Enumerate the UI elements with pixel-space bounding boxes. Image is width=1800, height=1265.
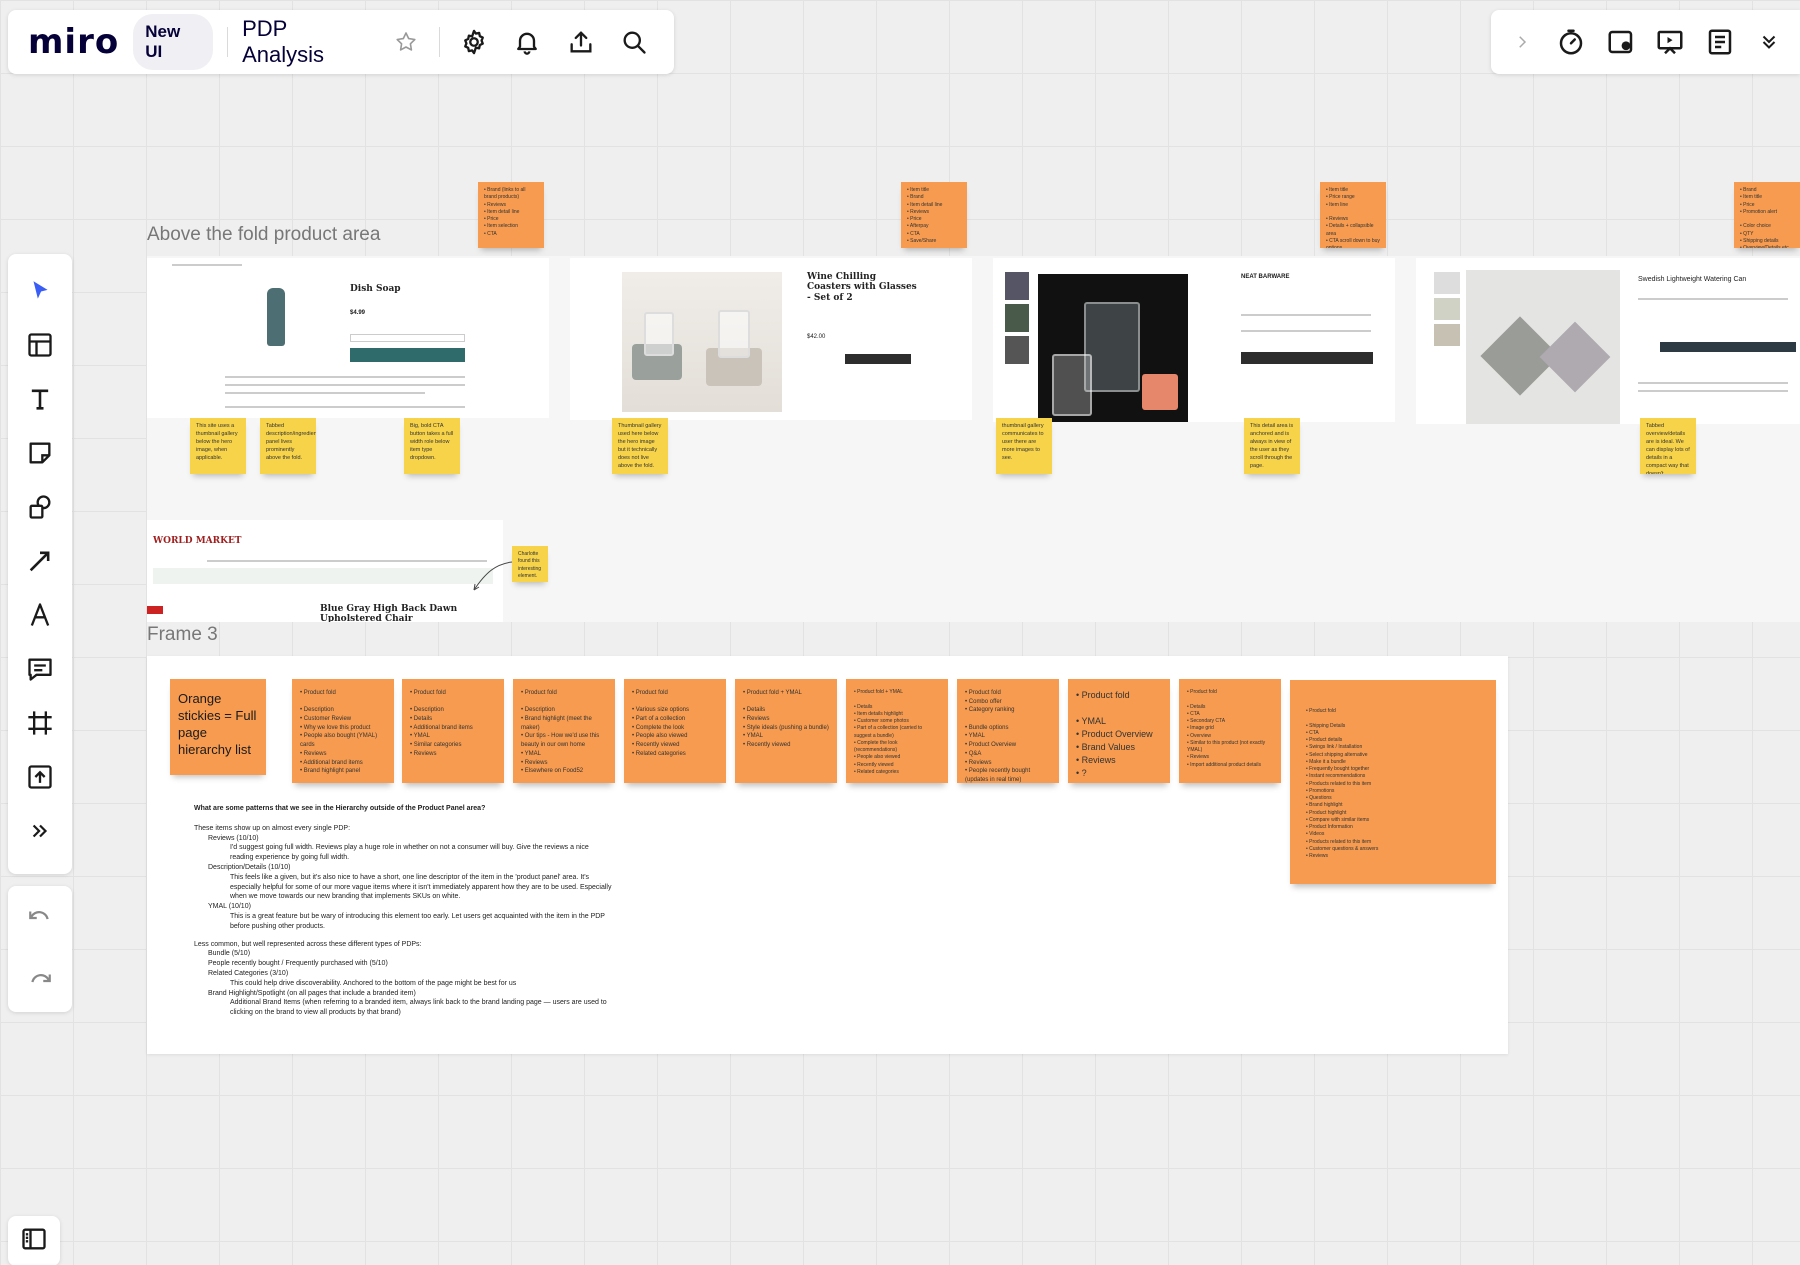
select-tool-icon[interactable] — [16, 267, 64, 315]
notes-subitem: I'd suggest going full width. Reviews pl… — [230, 844, 589, 862]
sticky-note[interactable]: • Product fold • Description • Customer … — [292, 679, 394, 783]
sticky-note[interactable]: • Product fold • Combo offer • Category … — [957, 679, 1059, 783]
product-price: $4.99 — [350, 310, 366, 316]
notes-icon[interactable] — [1700, 22, 1740, 62]
hierarchy-notes-text[interactable]: What are some patterns that we see in th… — [194, 804, 614, 1018]
product-image — [622, 272, 782, 412]
top-toolbar: miro New UI PDP Analysis — [8, 10, 674, 74]
sticky-note[interactable]: • Product fold • Various size options • … — [624, 679, 726, 783]
chevron-right-icon[interactable] — [1502, 22, 1542, 62]
sticky-note[interactable]: • Brand • Item title • Price • Promotion… — [1734, 182, 1800, 248]
frame-title-frame3[interactable]: Frame 3 — [147, 624, 218, 646]
notes-item: Reviews (10/10) — [208, 834, 259, 842]
notes-item: YMAL (10/10) — [208, 903, 251, 911]
text-tool-icon[interactable] — [16, 375, 64, 423]
sticky-note[interactable]: thumbnail gallery communicates to user t… — [996, 418, 1052, 474]
presentation-icon[interactable] — [1650, 22, 1690, 62]
annotation-arrow — [473, 561, 513, 591]
notes-subitem: This could help drive discoverability. A… — [230, 979, 517, 987]
sticky-note[interactable]: • Product fold • Details • CTA • Seconda… — [1179, 679, 1281, 783]
product-image — [1466, 270, 1620, 424]
sticky-note-icon[interactable] — [16, 429, 64, 477]
reactions-icon[interactable] — [1601, 22, 1641, 62]
sticky-note[interactable]: This site uses a thumbnail gallery below… — [190, 418, 246, 474]
board-panel-toggle[interactable] — [8, 1216, 60, 1265]
product-title: Wine Chilling Coasters with Glasses - Se… — [807, 272, 917, 303]
bell-icon[interactable] — [508, 22, 547, 62]
product-image — [267, 288, 285, 346]
sticky-note[interactable]: Big, bold CTA button takes a full width … — [404, 418, 460, 474]
watering-can-screenshot: Swedish Lightweight Watering Can — [1416, 258, 1800, 424]
frame-icon[interactable] — [16, 699, 64, 747]
board-title[interactable]: PDP Analysis — [242, 16, 372, 68]
legend-sticky-note[interactable]: Orange stickies = Full page hierarchy li… — [170, 679, 266, 775]
sticky-note[interactable]: This detail area is anchored and is alwa… — [1244, 418, 1300, 474]
notes-subitem: Additional Brand Items (when referring t… — [230, 999, 607, 1017]
collaboration-toolbar — [1491, 10, 1800, 74]
world-market-screenshot: WORLD MARKET Blue Gray High Back Dawn Up… — [147, 520, 503, 622]
product-brand: NEAT BARWARE — [1241, 274, 1290, 280]
upload-icon[interactable] — [561, 22, 600, 62]
sticky-note[interactable]: • Product fold + YMAL • Details • Item d… — [846, 679, 948, 783]
sticky-note[interactable]: • Product fold • Description • Brand hig… — [513, 679, 615, 783]
notes-subitem: This feels like a given, but it's also n… — [230, 873, 612, 901]
coasters-screenshot: Wine Chilling Coasters with Glasses - Se… — [570, 258, 972, 420]
sticky-note[interactable]: • Product fold • YMAL • Product Overview… — [1068, 679, 1170, 783]
frame-title-above-fold[interactable]: Above the fold product area — [147, 224, 380, 246]
notes-item: People recently bought / Frequently purc… — [208, 960, 388, 968]
product-image — [1038, 274, 1188, 422]
sticky-note[interactable]: • Item title • Brand • Item detail line … — [901, 182, 967, 248]
notes-less-common: Less common, but well represented across… — [194, 940, 422, 948]
connector-line-icon[interactable] — [16, 537, 64, 585]
miro-logo[interactable]: miro — [28, 22, 119, 62]
sticky-note[interactable]: • Product fold + YMAL • Details • Review… — [735, 679, 837, 783]
search-icon[interactable] — [615, 22, 654, 62]
creation-toolbar — [8, 254, 72, 874]
product-title: Swedish Lightweight Watering Can — [1638, 276, 1747, 283]
undo-icon[interactable] — [16, 894, 64, 942]
sticky-note[interactable]: • Product fold • Shipping Details • CTA … — [1290, 680, 1496, 884]
sidebar-panel-icon — [20, 1225, 48, 1258]
sticky-note[interactable]: Charlotte found this interesting element… — [512, 546, 548, 582]
sticky-note[interactable]: Tabbed overview/details are is ideal. We… — [1640, 418, 1696, 474]
star-icon[interactable] — [386, 22, 425, 62]
product-title: Dish Soap — [350, 284, 401, 294]
templates-icon[interactable] — [16, 321, 64, 369]
product-title: Blue Gray High Back Dawn Upholstered Cha… — [320, 604, 458, 622]
history-toolbar — [8, 886, 72, 1012]
barware-screenshot: NEAT BARWARE — [993, 258, 1395, 422]
divider — [439, 27, 441, 57]
gear-icon[interactable] — [454, 22, 493, 62]
notes-item: Brand Highlight/Spotlight (on all pages … — [208, 989, 416, 997]
notes-question: What are some patterns that we see in th… — [194, 805, 486, 812]
new-ui-badge[interactable]: New UI — [133, 14, 214, 70]
sticky-note[interactable]: Thumbnail gallery used here below the he… — [612, 418, 668, 474]
chevron-double-down-icon[interactable] — [1749, 22, 1789, 62]
dish-soap-screenshot: Dish Soap $4.99 — [147, 258, 549, 418]
sticky-note[interactable]: • Brand (links to all brand products) • … — [478, 182, 544, 248]
sticky-note[interactable]: Tabbed description/ingredients, panel li… — [260, 418, 316, 474]
comment-icon[interactable] — [16, 645, 64, 693]
notes-item: Description/Details (10/10) — [208, 863, 291, 871]
more-tools-icon[interactable] — [16, 807, 64, 855]
pen-icon[interactable] — [16, 591, 64, 639]
notes-item: Related Categories (3/10) — [208, 969, 289, 977]
notes-subitem: This is a great feature but be wary of i… — [230, 912, 605, 930]
product-price: $42.00 — [807, 334, 826, 340]
redo-icon[interactable] — [16, 957, 64, 1005]
world-market-logo: WORLD MARKET — [153, 536, 242, 546]
divider — [227, 27, 229, 57]
sticky-note[interactable]: • Item title • Price range • Item line •… — [1320, 182, 1386, 248]
notes-intro: These items show up on almost every sing… — [194, 824, 351, 832]
shapes-icon[interactable] — [16, 483, 64, 531]
notes-item: Bundle (5/10) — [208, 950, 251, 958]
sticky-note[interactable]: • Product fold • Description • Details •… — [402, 679, 504, 783]
timer-icon[interactable] — [1551, 22, 1591, 62]
upload-file-icon[interactable] — [16, 753, 64, 801]
